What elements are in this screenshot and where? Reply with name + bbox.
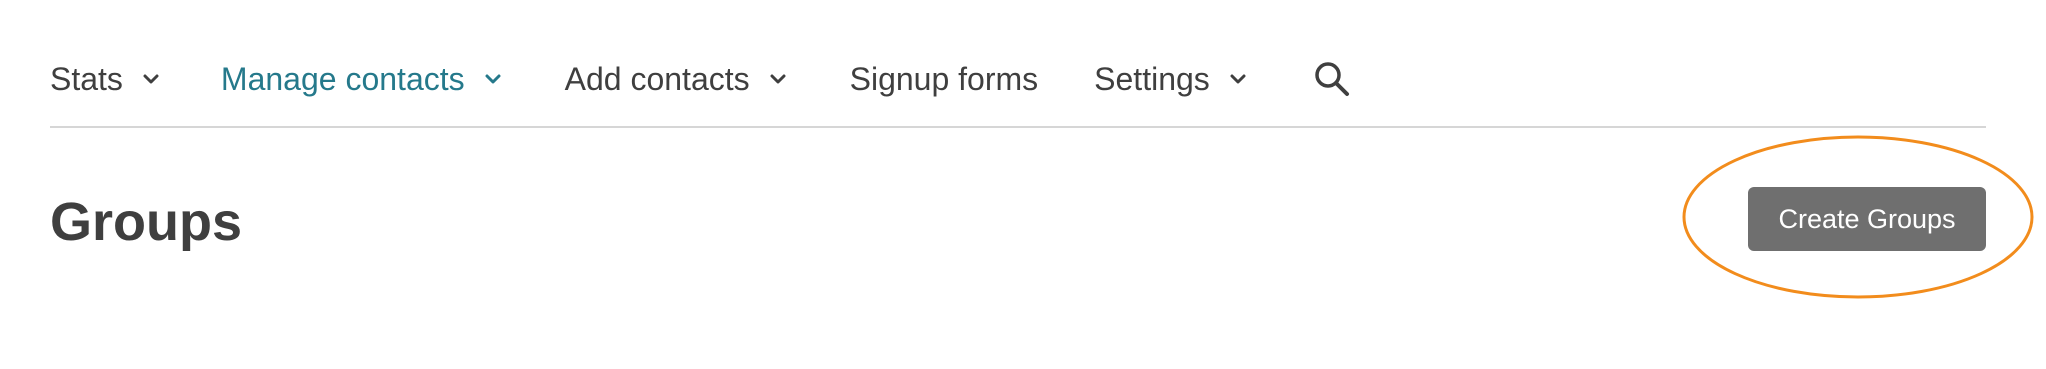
nav-item-label: Signup forms: [849, 61, 1039, 97]
chevron-down-icon: [768, 69, 788, 89]
page-title: Groups: [50, 192, 243, 252]
nav-item-label: Stats: [50, 61, 123, 97]
nav-item-label: Settings: [1094, 61, 1210, 97]
main-nav: Stats Manage contacts Add contacts Signu…: [50, 44, 1352, 114]
chevron-down-icon: [1228, 69, 1248, 89]
create-groups-button[interactable]: Create Groups: [1748, 187, 1986, 251]
nav-item-signup-forms[interactable]: Signup forms: [850, 44, 1039, 114]
nav-item-stats[interactable]: Stats: [50, 44, 161, 114]
nav-item-label: Manage contacts: [220, 61, 465, 97]
nav-divider: [50, 126, 1986, 128]
nav-item-settings[interactable]: Settings: [1094, 44, 1248, 114]
chevron-down-icon: [483, 69, 503, 89]
nav-item-label: Add contacts: [564, 61, 750, 97]
chevron-down-icon: [141, 69, 161, 89]
nav-item-add-contacts[interactable]: Add contacts: [565, 44, 788, 114]
search-icon[interactable]: [1312, 59, 1352, 99]
nav-item-manage-contacts[interactable]: Manage contacts: [221, 44, 503, 114]
